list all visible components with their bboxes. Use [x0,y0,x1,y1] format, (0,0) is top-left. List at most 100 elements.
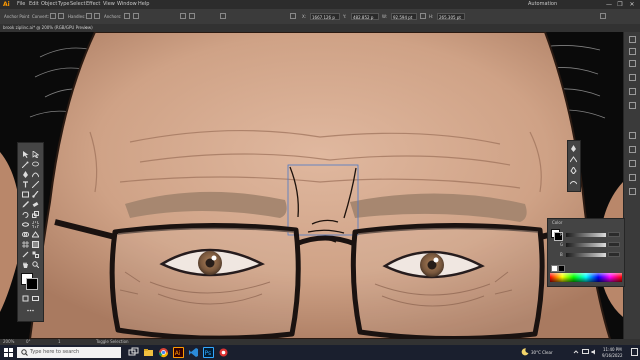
channel-g-slider[interactable] [566,243,606,247]
scale-tool-icon[interactable] [32,211,39,218]
menu-help[interactable]: Help [138,0,149,9]
rotate-tool-icon[interactable] [22,211,29,218]
close-tab-button[interactable]: × [84,24,87,32]
clock-date[interactable]: 9/16/2022 [602,353,623,358]
show-handles-icon[interactable] [86,13,92,19]
pencil-tool-icon[interactable] [22,201,29,208]
menu-edit[interactable]: Edit [29,0,39,9]
constrain-proportions-icon[interactable] [420,13,426,19]
task-view-icon[interactable] [128,347,139,358]
width-tool-icon[interactable] [22,221,29,228]
anchor-point-tool-icon[interactable] [570,156,577,163]
channel-b-value[interactable] [608,252,620,257]
perspective-grid-tool-icon[interactable] [32,231,39,238]
menu-file[interactable]: File [17,0,25,9]
isolate-icon[interactable] [189,13,195,19]
rectangle-tool-icon[interactable] [22,191,29,198]
vscode-icon[interactable] [188,347,199,358]
maximize-button[interactable]: ❐ [615,0,625,9]
show-hidden-icons-icon[interactable] [573,349,579,355]
pen-add-anchor-icon[interactable] [570,145,577,152]
eraser-tool-icon[interactable] [32,201,39,208]
transparency-icon[interactable] [629,160,636,167]
layers-icon[interactable] [629,48,636,55]
minimize-button[interactable]: — [604,0,614,9]
channel-b-slider[interactable] [566,253,606,257]
swatches-icon[interactable] [629,74,636,81]
mesh-tool-icon[interactable] [22,241,29,248]
taskbar-search-box[interactable]: Type here to search [17,347,121,358]
stroke-swatch[interactable] [26,278,38,290]
graphic-styles-icon[interactable] [629,188,636,195]
hand-tool-icon[interactable] [22,261,29,268]
free-transform-tool-icon[interactable] [32,221,39,228]
menu-select[interactable]: Select [70,0,85,9]
y-coordinate-field[interactable]: 482.852 p [351,13,379,20]
transform-icon[interactable] [290,13,296,19]
notifications-icon[interactable] [631,348,638,356]
lasso-tool-icon[interactable] [32,161,39,168]
clock-time[interactable]: 11:40 PM [603,347,622,352]
magic-wand-tool-icon[interactable] [22,161,29,168]
width-field[interactable]: 92.594 pt [391,13,417,20]
file-explorer-icon[interactable] [143,347,154,358]
smooth-tool-icon[interactable] [570,179,577,186]
convert-smooth-icon[interactable] [58,13,64,19]
menu-effect[interactable]: Effect [86,0,100,9]
draw-normal-icon[interactable] [22,295,29,302]
blend-tool-icon[interactable] [32,251,39,258]
screen-mode-icon[interactable] [32,295,39,302]
channel-r-slider[interactable] [566,233,606,237]
menu-object[interactable]: Object [41,0,57,9]
workspace-switcher[interactable]: Automation [528,0,557,9]
none-swatch[interactable] [551,265,558,272]
appearance-icon[interactable] [629,174,636,181]
convert-corner-icon[interactable] [50,13,56,19]
document-tab[interactable]: brook ziplinc.ai* @ 200% (RGB/GPU Previe… [3,24,93,32]
shape-builder-tool-icon[interactable] [22,231,29,238]
illustrator-taskbar-icon[interactable]: Ai [173,347,184,358]
edit-toolbar-icon[interactable] [27,307,34,314]
color-spectrum[interactable] [550,273,622,282]
channel-g-value[interactable] [608,242,620,247]
menu-type[interactable]: Type [58,0,69,9]
line-tool-icon[interactable] [32,181,39,188]
pen-delete-anchor-icon[interactable] [570,167,577,174]
recorder-icon[interactable] [218,347,229,358]
windows-start-icon[interactable] [4,348,13,357]
x-coordinate-field[interactable]: 1667.126 p [310,13,340,20]
paintbrush-tool-icon[interactable] [32,191,39,198]
chrome-icon[interactable] [158,347,169,358]
direct-selection-tool-icon[interactable] [32,151,39,158]
close-window-button[interactable]: ✕ [627,0,637,9]
photoshop-icon[interactable]: Ps [203,347,214,358]
panel-menu-icon[interactable] [600,13,606,19]
volume-icon[interactable] [591,349,598,355]
black-swatch[interactable] [558,265,565,272]
connect-anchor-icon[interactable] [133,13,139,19]
height-field[interactable]: 265.305 pt [437,13,465,20]
artboard-canvas[interactable] [0,32,623,339]
properties-icon[interactable] [629,36,636,43]
brushes-icon[interactable] [629,88,636,95]
pen-tool-icon[interactable] [22,171,29,178]
libraries-icon[interactable] [629,60,636,67]
curvature-tool-icon[interactable] [32,171,39,178]
gradient-tool-icon[interactable] [32,241,39,248]
reference-point-icon[interactable] [220,13,226,19]
menu-view[interactable]: View [103,0,115,9]
channel-r-value[interactable] [608,232,620,237]
weather-text[interactable]: 30°C Clear [531,350,553,355]
type-tool-icon[interactable] [22,181,29,188]
hide-handles-icon[interactable] [94,13,100,19]
symbols-icon[interactable] [629,102,636,109]
gradient-icon[interactable] [629,146,636,153]
eyedropper-tool-icon[interactable] [22,251,29,258]
zoom-tool-icon[interactable] [32,261,39,268]
selection-tool-icon[interactable] [22,151,29,158]
menu-window[interactable]: Window [117,0,137,9]
align-icon[interactable] [180,13,186,19]
network-icon[interactable] [582,349,589,355]
stroke-icon[interactable] [629,132,636,139]
remove-anchor-icon[interactable] [124,13,130,19]
